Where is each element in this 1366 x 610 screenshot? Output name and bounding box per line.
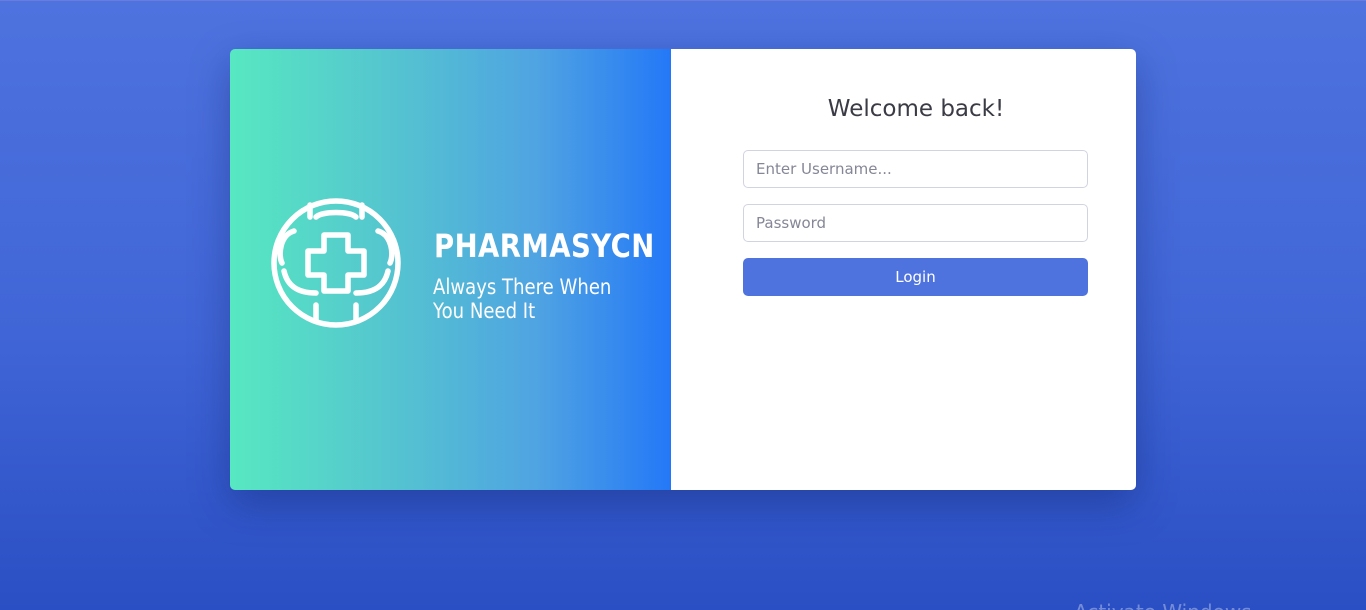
welcome-heading: Welcome back! xyxy=(827,96,1005,122)
login-button[interactable]: Login xyxy=(743,258,1088,296)
password-input[interactable] xyxy=(743,204,1088,242)
activate-windows-watermark: Activate Windows xyxy=(1074,600,1252,610)
login-card: PHARMASYCN Always There When You Need It… xyxy=(230,49,1136,490)
brand-name: PHARMASYCN xyxy=(434,227,655,265)
top-border-line xyxy=(0,0,1366,1)
brand-panel: PHARMASYCN Always There When You Need It xyxy=(230,49,671,490)
brand-tagline: Always There When You Need It xyxy=(433,275,612,323)
username-input[interactable] xyxy=(743,150,1088,188)
login-form-panel: Welcome back! Login xyxy=(671,49,1136,490)
medical-cross-circle-icon xyxy=(271,198,401,328)
